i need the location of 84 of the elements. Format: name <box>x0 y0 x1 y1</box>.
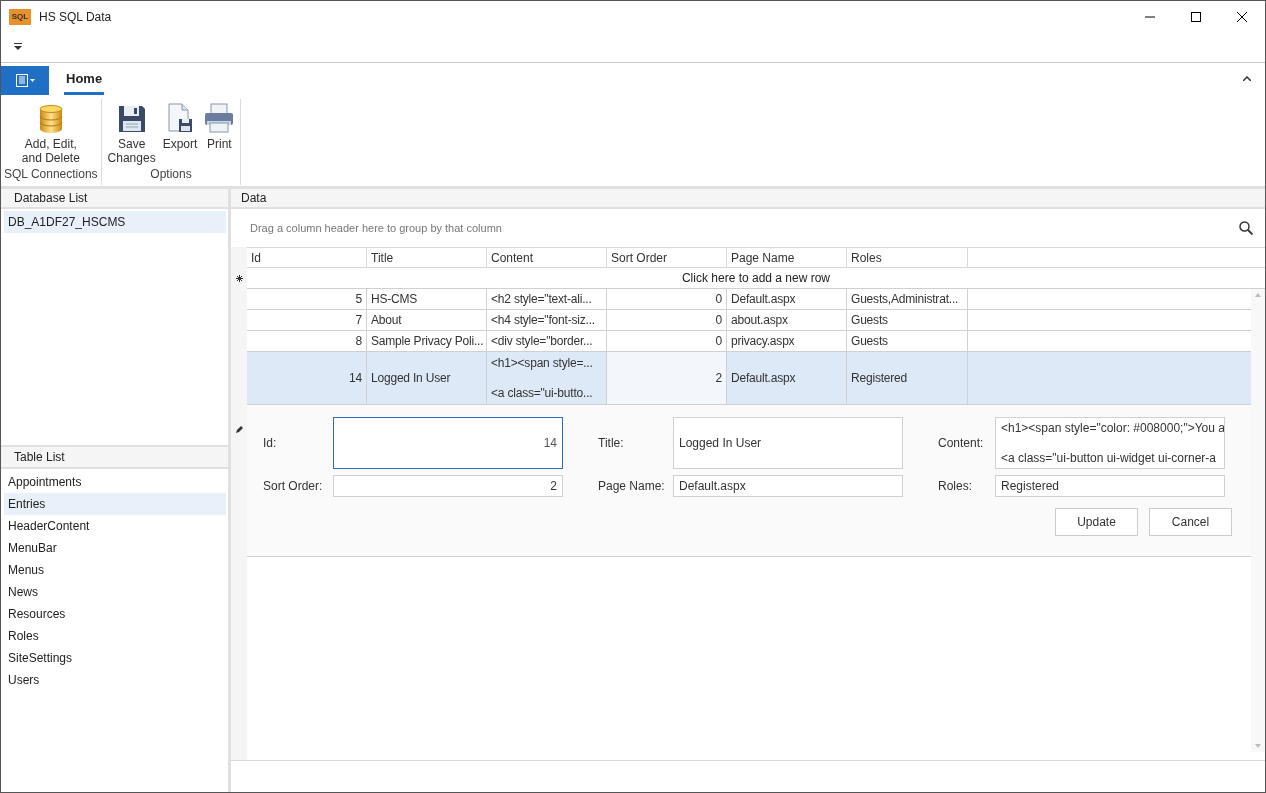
table-cell: privacy.aspx <box>727 331 847 351</box>
database-icon <box>38 105 63 133</box>
form-button[interactable]: Update <box>1055 508 1138 536</box>
table-cell: Default.aspx <box>727 289 847 309</box>
group-panel-hint: Drag a column header here to group by that column <box>250 220 502 236</box>
list-item[interactable]: Resources <box>4 603 226 625</box>
ribbon-group-label: Options <box>150 166 192 183</box>
table-cell: Default.aspx <box>727 352 847 404</box>
new-row-icon <box>235 275 243 282</box>
list-item[interactable]: Users <box>4 669 226 691</box>
app-logo: SQL <box>9 8 31 25</box>
field-label: Sort Order: <box>263 478 324 495</box>
form-button[interactable]: Cancel <box>1149 508 1232 536</box>
table-row[interactable]: 8 Sample Privacy Poli... <div style="border... 0 privacy.aspx Guests <box>247 331 1251 352</box>
ribbon-button[interactable]: Export <box>159 99 201 151</box>
customize-toolbar-icon[interactable] <box>13 43 23 51</box>
close-icon <box>1237 11 1247 22</box>
column-header[interactable]: Id <box>247 248 367 267</box>
table-cell: 14 <box>247 352 367 404</box>
document-floppy-icon <box>167 103 193 133</box>
table-row[interactable]: 5 HS-CMS <h2 style="text-ali... 0 Default.aspx Guests,Administrat... <box>247 289 1251 310</box>
column-header[interactable]: Page Name <box>727 248 847 267</box>
table-cell: HS-CMS <box>367 289 487 309</box>
field-label: Id: <box>263 435 278 452</box>
list-item[interactable]: News <box>4 581 226 603</box>
table-cell: Logged In User <box>367 352 487 404</box>
column-header[interactable]: Content <box>487 248 607 267</box>
ribbon-button[interactable]: Save Changes <box>104 99 159 165</box>
ribbon-tab[interactable]: Home <box>64 66 105 95</box>
pencil-icon <box>235 426 243 434</box>
table-row[interactable]: 14 Logged In User <h1><span style=... <a class="ui-butto... 2 Default.aspx Registered <box>247 352 1251 405</box>
table-cell: Registered <box>847 352 968 404</box>
table-cell: about.aspx <box>727 310 847 330</box>
list-item[interactable]: Entries <box>4 493 226 515</box>
column-header[interactable]: Roles <box>847 248 968 267</box>
field-label: Content: <box>938 435 985 452</box>
list-item[interactable]: Menus <box>4 559 226 581</box>
input-field[interactable]: <h1><span style="color: #008000;">You a <a class="ui-button ui-widget ui-corner-a <box>995 417 1225 469</box>
table-cell: Guests,Administrat... <box>847 289 968 309</box>
table-cell: 0 <box>607 310 727 330</box>
table-cell: Guests <box>847 310 968 330</box>
table-cell: 0 <box>607 289 727 309</box>
panel-header: Data <box>231 189 1265 209</box>
list-item[interactable]: HeaderContent <box>4 515 226 537</box>
list-item[interactable]: Appointments <box>4 471 226 493</box>
field-label: Title: <box>598 435 625 452</box>
table-cell: About <box>367 310 487 330</box>
table-cell: 8 <box>247 331 367 351</box>
table-cell: Guests <box>847 331 968 351</box>
input-field[interactable]: 2 <box>333 475 563 497</box>
table-cell: 0 <box>607 331 727 351</box>
table-cell: 2 <box>607 352 727 404</box>
collapse-ribbon-icon[interactable] <box>1243 76 1251 81</box>
table-cell: <h4 style="font-siz... <box>487 310 607 330</box>
application-menu-button[interactable] <box>1 65 49 95</box>
window-title: HS SQL Data <box>39 8 112 26</box>
table-cell: 5 <box>247 289 367 309</box>
panel-header: Table List <box>1 445 228 469</box>
list-item[interactable]: DB_A1DF27_HSCMS <box>4 211 226 233</box>
table-cell: Sample Privacy Poli... <box>367 331 487 351</box>
list-item[interactable]: Roles <box>4 625 226 647</box>
search-icon[interactable] <box>1239 221 1253 235</box>
maximize-icon <box>1191 11 1201 22</box>
column-header[interactable]: Sort Order <box>607 248 727 267</box>
list-item[interactable]: MenuBar <box>4 537 226 559</box>
table-cell: <h2 style="text-ali... <box>487 289 607 309</box>
input-field[interactable]: Registered <box>995 475 1225 497</box>
column-header[interactable]: Title <box>367 248 487 267</box>
caret-icon <box>29 78 35 82</box>
input-field[interactable]: Default.aspx <box>673 475 903 497</box>
ribbon-group-label: SQL Connections <box>4 166 98 183</box>
field-label: Page Name: <box>598 478 666 495</box>
table-cell: 7 <box>247 310 367 330</box>
input-field[interactable]: 14 <box>333 417 563 469</box>
list-item[interactable]: SiteSettings <box>4 647 226 669</box>
field-label: Roles: <box>938 478 973 495</box>
table-row[interactable]: 7 About <h4 style="font-siz... 0 about.aspx Guests <box>247 310 1251 331</box>
printer-icon <box>204 103 235 133</box>
table-cell: <div style="border... <box>487 331 607 351</box>
document-list-icon <box>15 73 28 87</box>
ribbon-button[interactable]: Add, Edit, and Delete <box>18 99 83 165</box>
panel-header: Database List <box>1 189 228 209</box>
ribbon-button[interactable]: Print <box>201 99 238 151</box>
input-field[interactable]: Logged In User <box>673 417 903 469</box>
